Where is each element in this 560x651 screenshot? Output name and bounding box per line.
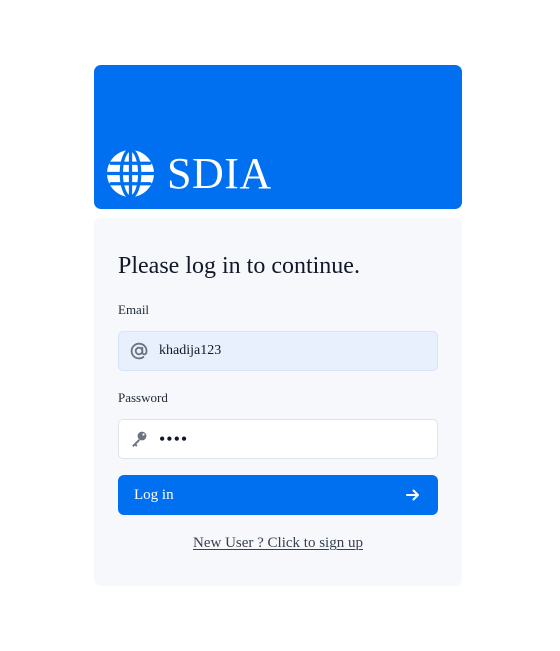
brand-logo: SDIA (106, 148, 272, 198)
signup-link[interactable]: New User ? Click to sign up (94, 534, 462, 552)
email-input[interactable] (149, 333, 419, 369)
key-icon (132, 431, 147, 447)
at-sign-icon (130, 342, 148, 360)
brand-header: SDIA (94, 65, 462, 209)
email-label: Email (118, 302, 150, 317)
password-label: Password (118, 390, 168, 405)
password-field (118, 419, 438, 459)
email-field (118, 331, 438, 371)
login-button-label: Log in (134, 487, 174, 503)
login-card: Please log in to continue. Email Passwor… (94, 218, 462, 586)
login-heading: Please log in to continue. (118, 253, 360, 279)
arrow-right-icon (406, 489, 419, 501)
login-button[interactable]: Log in (118, 475, 438, 515)
globe-icon (106, 148, 155, 198)
brand-name: SDIA (167, 149, 272, 198)
password-input[interactable] (149, 421, 419, 457)
